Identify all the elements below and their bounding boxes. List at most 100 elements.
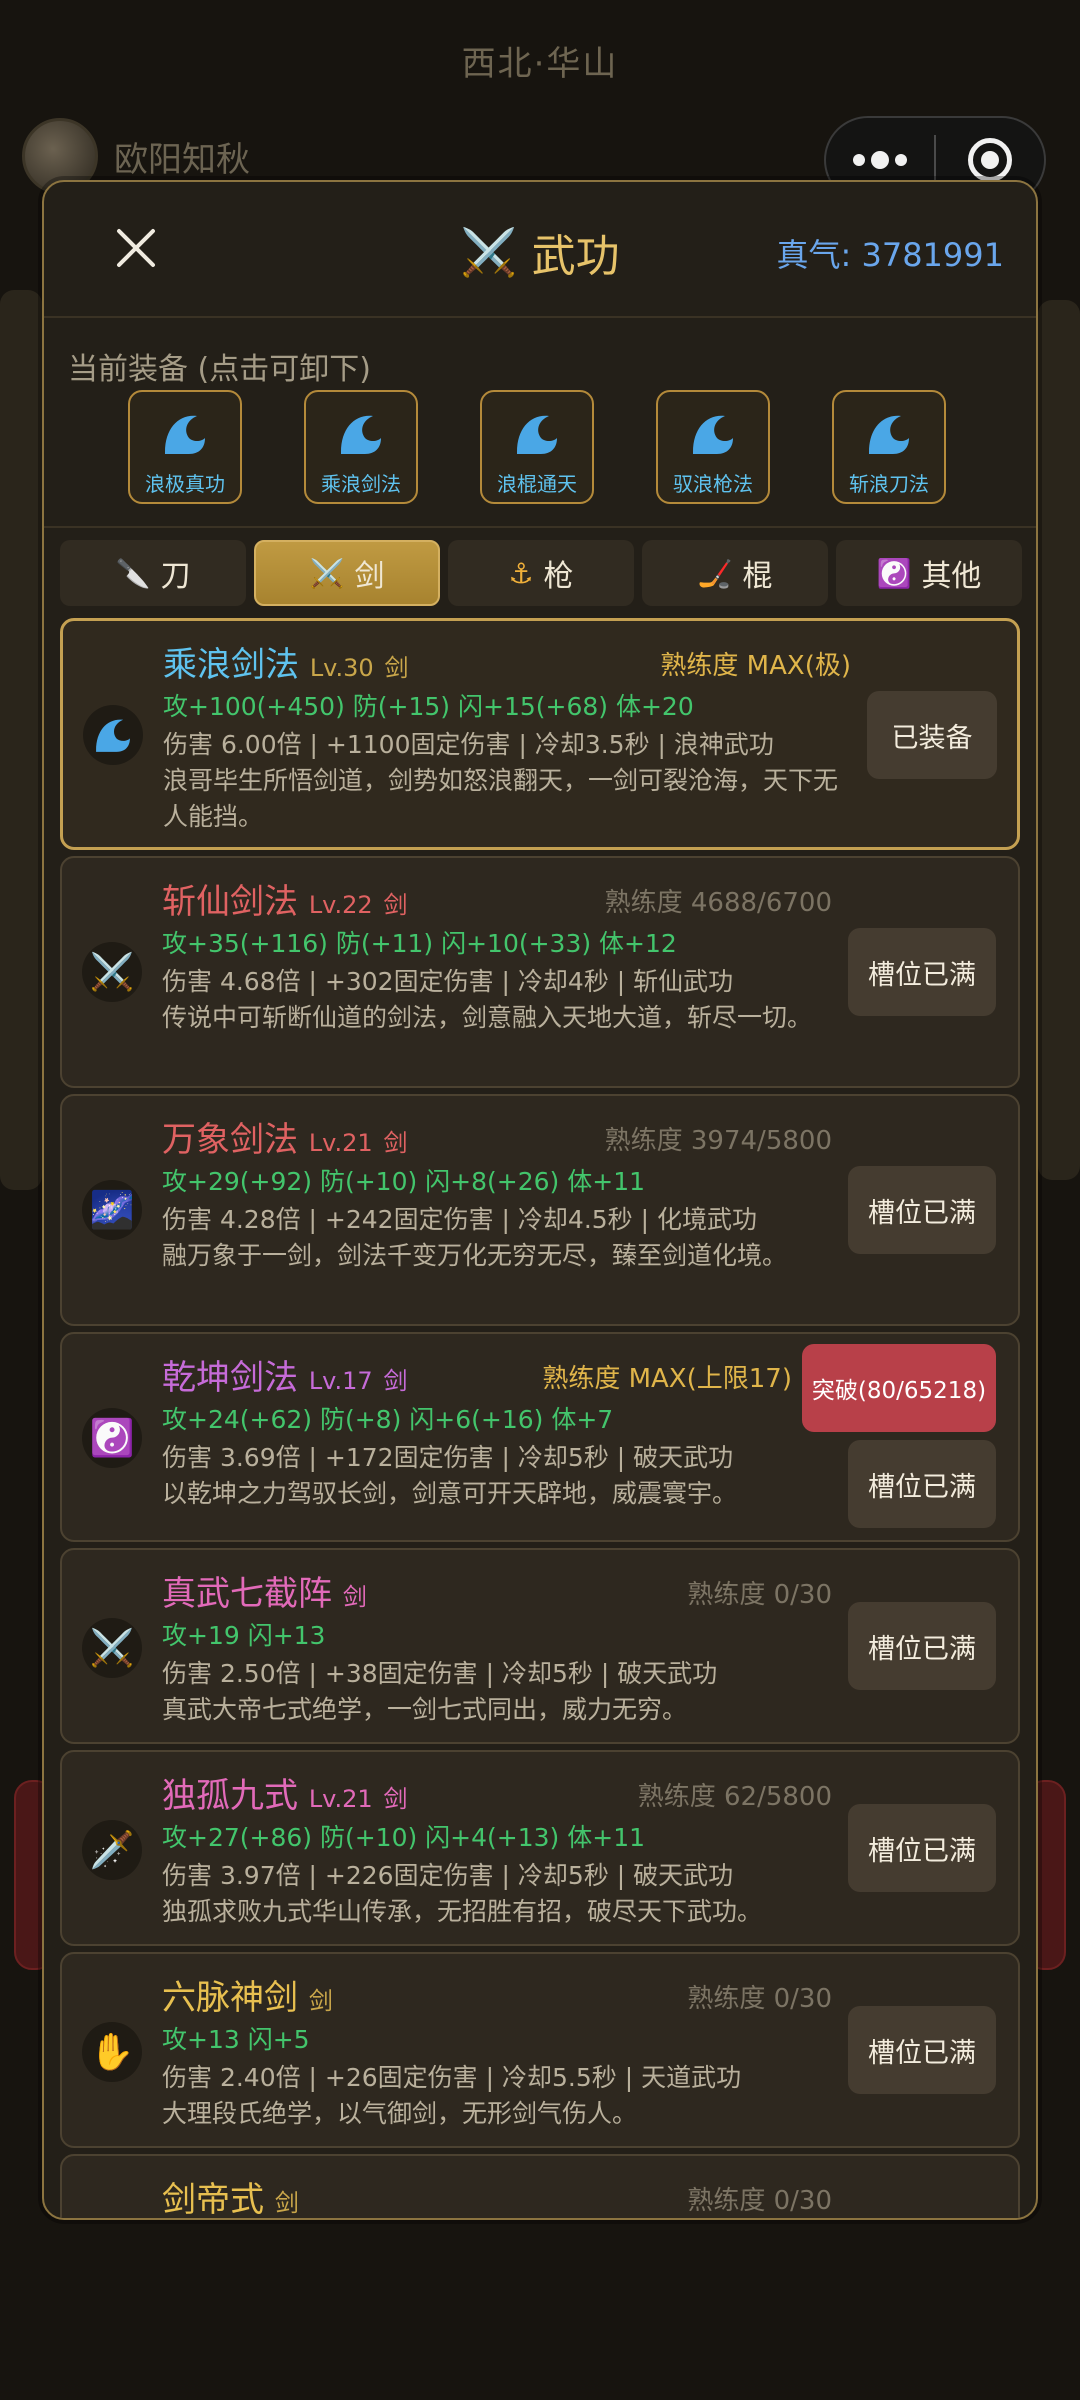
skill-card[interactable]: 乘浪剑法 Lv.30 剑 熟练度 MAX(极) 攻+100(+450) 防(+1… <box>60 618 1020 850</box>
skill-name: 斩仙剑法 <box>162 882 298 922</box>
tab-sword[interactable]: ⚔️ 剑 <box>254 540 440 606</box>
skill-proficiency: 熟练度 0/30 <box>687 1580 832 1610</box>
skill-title: 剑帝式 剑 <box>162 2172 299 2218</box>
skill-card[interactable]: ⚔️ 斩仙剑法 Lv.22 剑 熟练度 4688/6700 攻+35(+116)… <box>60 856 1020 1088</box>
skill-type: 剑 <box>383 1129 408 1157</box>
tab-label: 剑 <box>354 559 385 594</box>
skill-lore: 真武大帝七式绝学，一剑七式同出，威力无穷。 <box>162 1695 688 1724</box>
skill-proficiency: 熟练度 0/30 <box>687 2186 832 2216</box>
skill-stats: 攻+100(+450) 防(+15) 闪+15(+68) 体+20 <box>163 692 694 721</box>
skill-proficiency: 熟练度 3974/5800 <box>604 1126 832 1156</box>
slot-full-button[interactable]: 槽位已满 <box>848 1804 996 1892</box>
yin-yang-icon: ☯️ <box>82 1408 142 1468</box>
tab-spear[interactable]: ⚓ 枪 <box>448 540 634 606</box>
skill-card[interactable]: 🌌 万象剑法 Lv.21 剑 熟练度 3974/5800 攻+29(+92) 防… <box>60 1094 1020 1326</box>
skill-type: 剑 <box>383 1367 408 1395</box>
slot-full-button[interactable]: 槽位已满 <box>848 1602 996 1690</box>
modal-title-text: 武功 <box>531 231 620 282</box>
skill-stats: 攻+13 闪+5 <box>162 2025 310 2054</box>
wave-icon <box>341 415 381 454</box>
skill-proficiency: 熟练度 62/5800 <box>637 1782 832 1812</box>
raised-hand-icon: ✋ <box>82 2022 142 2082</box>
crossed-swords-icon: ⚔️ <box>460 224 518 279</box>
equipped-slot[interactable]: 驭浪枪法 <box>656 390 770 504</box>
slot-full-button[interactable]: 槽位已满 <box>848 1440 996 1528</box>
skill-stats: 攻+35(+116) 防(+11) 闪+10(+33) 体+12 <box>162 929 677 958</box>
tab-label: 棍 <box>742 559 773 594</box>
slot-full-button[interactable]: 槽位已满 <box>848 928 996 1016</box>
skill-level: Lv.17 <box>308 1367 373 1395</box>
equipped-slot-name: 斩浪刀法 <box>849 472 929 496</box>
skill-level: Lv.21 <box>308 1129 373 1157</box>
skill-lore: 传说中可斩断仙道的剑法，剑意融入天地大道，斩尽一切。 <box>162 1003 813 1032</box>
skill-card[interactable]: 🗡️ 独孤九式 Lv.21 剑 熟练度 62/5800 攻+27(+86) 防(… <box>60 1750 1020 1946</box>
skill-name: 乘浪剑法 <box>163 645 299 685</box>
staff-icon: 🏒 <box>697 556 733 590</box>
wave-icon <box>165 415 205 454</box>
skill-type: 剑 <box>383 1785 408 1813</box>
bg-scene-left <box>0 290 42 1190</box>
skill-level: Lv.22 <box>308 891 373 919</box>
equipped-slot[interactable]: 乘浪剑法 <box>304 390 418 504</box>
skill-lore: 独孤求败九式华山传承，无招胜有招，破尽天下武功。 <box>162 1897 763 1926</box>
skill-proficiency: 熟练度 MAX(极) <box>660 651 851 681</box>
tab-knife[interactable]: 🔪 刀 <box>60 540 246 606</box>
skill-name: 独孤九式 <box>162 1776 298 1816</box>
skill-card[interactable]: ☯️ 乾坤剑法 Lv.17 剑 熟练度 MAX(上限17) 攻+24(+62) … <box>60 1332 1020 1542</box>
skill-stats: 攻+24(+62) 防(+8) 闪+6(+16) 体+7 <box>162 1405 614 1434</box>
wave-icon <box>83 705 143 765</box>
skill-stats: 攻+19 闪+13 <box>162 1621 326 1650</box>
skill-title: 斩仙剑法 Lv.22 剑 <box>162 874 408 923</box>
slot-full-button[interactable]: 槽位已满 <box>848 2006 996 2094</box>
equipped-slot-name: 驭浪枪法 <box>673 472 753 496</box>
equipped-button[interactable]: 已装备 <box>867 691 997 779</box>
skill-damage: 伤害 3.69倍 | +172固定伤害 | 冷却5秒 | 破天武功 <box>162 1443 734 1472</box>
breakthrough-button[interactable]: 突破(80/65218) <box>802 1344 996 1432</box>
weapon-tabs: 🔪 刀 ⚔️ 剑 ⚓ 枪 🏒 棍 ☯️ 其他 <box>60 540 1022 606</box>
target-icon <box>968 138 1012 182</box>
skill-damage: 伤害 3.97倍 | +226固定伤害 | 冷却5秒 | 破天武功 <box>162 1861 734 1890</box>
skill-name: 六脉神剑 <box>162 1978 298 2018</box>
tab-label: 枪 <box>543 559 574 594</box>
skill-title: 万象剑法 Lv.21 剑 <box>162 1112 408 1161</box>
skill-proficiency: 熟练度 MAX(上限17) <box>542 1364 792 1394</box>
slot-full-button[interactable]: 槽位已满 <box>848 1166 996 1254</box>
skill-card[interactable]: 剑帝式 剑 熟练度 0/30 <box>60 2154 1020 2218</box>
equipped-slot-name: 乘浪剑法 <box>321 472 401 496</box>
skill-damage: 伤害 2.40倍 | +26固定伤害 | 冷却5.5秒 | 天道武功 <box>162 2063 742 2092</box>
skill-type: 剑 <box>384 654 409 682</box>
energy-label: 真气: 3781991 <box>776 236 1004 274</box>
tab-label: 其他 <box>921 559 982 594</box>
skill-list: 乘浪剑法 Lv.30 剑 熟练度 MAX(极) 攻+100(+450) 防(+1… <box>44 618 1036 2218</box>
tab-other[interactable]: ☯️ 其他 <box>836 540 1022 606</box>
equipped-slot[interactable]: 浪棍通天 <box>480 390 594 504</box>
anchor-icon: ⚓ <box>508 556 534 590</box>
skill-type: 剑 <box>274 2189 299 2217</box>
skill-lore: 以乾坤之力驾驭长剑，剑意可开天辟地，威震寰宇。 <box>162 1479 738 1508</box>
skill-stats: 攻+27(+86) 防(+10) 闪+4(+13) 体+11 <box>162 1823 646 1852</box>
equipped-slot[interactable]: 斩浪刀法 <box>832 390 946 504</box>
skill-desc: 伤害 4.28倍 | +242固定伤害 | 冷却4.5秒 | 化境武功 融万象于… <box>162 1202 842 1274</box>
galaxy-icon: 🌌 <box>82 1180 142 1240</box>
equipped-slot[interactable]: 浪极真功 <box>128 390 242 504</box>
skill-lore: 融万象于一剑，剑法千变万化无穷无尽，臻至剑道化境。 <box>162 1241 788 1270</box>
skill-name: 万象剑法 <box>162 1120 298 1160</box>
tab-staff[interactable]: 🏒 棍 <box>642 540 828 606</box>
skill-title: 独孤九式 Lv.21 剑 <box>162 1768 408 1817</box>
skill-card[interactable]: ⚔️ 真武七截阵 剑 熟练度 0/30 攻+19 闪+13 伤害 2.50倍 |… <box>60 1548 1020 1744</box>
modal-header: ⚔️ 武功 真气: 3781991 <box>44 182 1036 318</box>
equipped-slot-name: 浪极真功 <box>145 472 225 496</box>
skill-desc: 伤害 4.68倍 | +302固定伤害 | 冷却4秒 | 斩仙武功 传说中可斩断… <box>162 964 842 1036</box>
skill-desc: 伤害 2.40倍 | +26固定伤害 | 冷却5.5秒 | 天道武功 大理段氏绝… <box>162 2060 842 2132</box>
skill-stats: 攻+29(+92) 防(+10) 闪+8(+26) 体+11 <box>162 1167 646 1196</box>
wave-icon <box>693 415 733 454</box>
skill-name: 真武七截阵 <box>162 1574 332 1614</box>
skill-lore: 浪哥毕生所悟剑道，剑势如怒浪翻天，一剑可裂沧海，天下无人能挡。 <box>163 766 839 831</box>
skill-title: 乘浪剑法 Lv.30 剑 <box>163 637 409 686</box>
skill-name: 乾坤剑法 <box>162 1358 298 1398</box>
skill-desc: 伤害 2.50倍 | +38固定伤害 | 冷却5秒 | 破天武功 真武大帝七式绝… <box>162 1656 842 1728</box>
skill-level: Lv.21 <box>308 1785 373 1813</box>
skill-card[interactable]: ✋ 六脉神剑 剑 熟练度 0/30 攻+13 闪+5 伤害 2.40倍 | +2… <box>60 1952 1020 2148</box>
skill-damage: 伤害 6.00倍 | +1100固定伤害 | 冷却3.5秒 | 浪神武功 <box>163 730 774 759</box>
skill-level: Lv.30 <box>309 654 374 682</box>
